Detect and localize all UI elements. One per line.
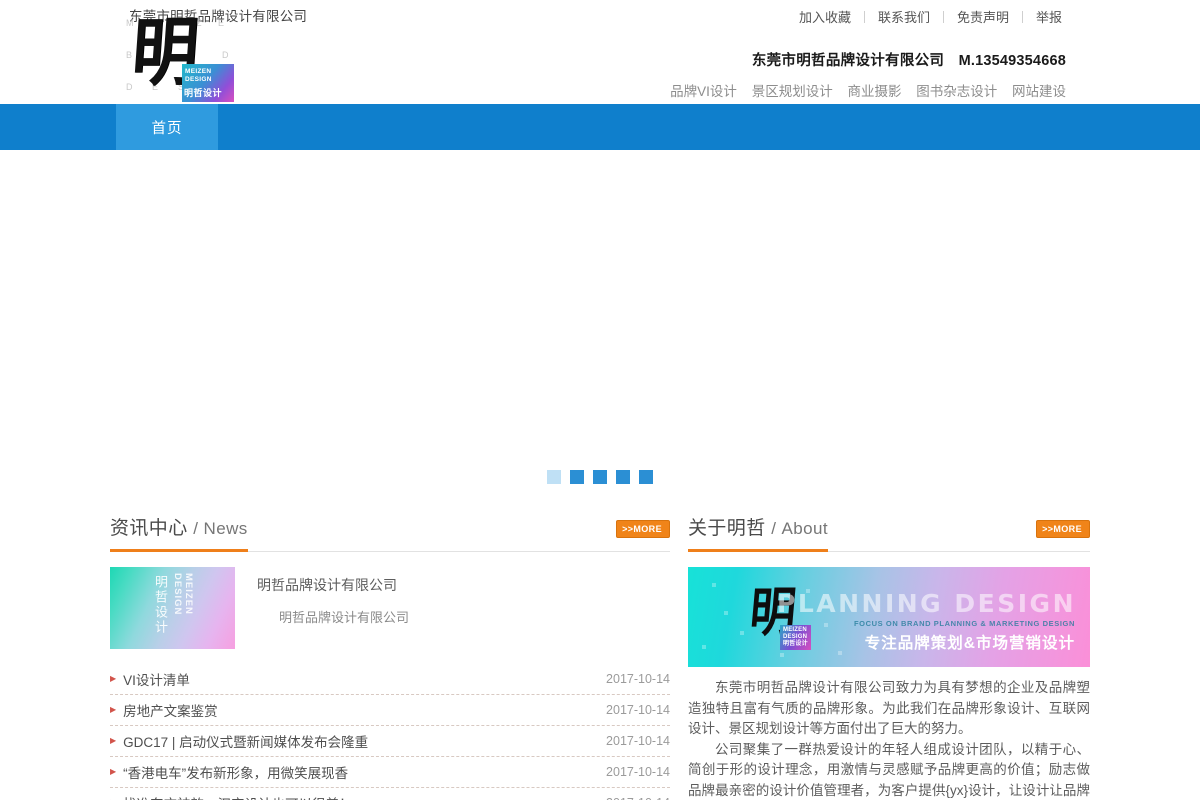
news-list-item[interactable]: ▶ 房地产文案鉴赏 2017-10-14 [110,694,670,725]
news-list-item[interactable]: ▶ “香港电车”发布新形象，用微笑展现香 2017-10-14 [110,756,670,787]
bullet-arrow-icon: ▶ [110,736,117,745]
about-column: 关于明哲 / About >>MORE 明 MEIZEN DESIGN 明哲设计 P… [688,516,1090,800]
about-banner-image[interactable]: 明 MEIZEN DESIGN 明哲设计 PLANNING DESIGN FOCUS… [688,567,1090,667]
carousel-dot-5[interactable] [639,470,653,484]
nav-item-home[interactable]: 首页 [116,104,218,150]
banner-en-subtitle: FOCUS ON BRAND PLANNING & MARKETING DESI… [853,619,1075,628]
navbar-inner: 首页 [0,104,1200,150]
about-section-header: 关于明哲 / About >>MORE [688,516,1090,552]
top-link-disclaimer[interactable]: 免责声明 [957,7,1009,26]
news-list-item[interactable]: ▶ VI设计清单 2017-10-14 [110,663,670,694]
main-content: 资讯中心 / News >>MORE 明哲设计 MEIZEN DESIGN 明哲… [0,500,1200,800]
carousel-dot-3[interactable] [593,470,607,484]
news-section-header: 资讯中心 / News >>MORE [110,516,670,552]
banner-badge: MEIZEN DESIGN 明哲设计 [780,625,811,650]
news-item-left: ▶ “香港电车”发布新形象，用微笑展现香 [110,762,348,782]
bullet-arrow-icon: ▶ [110,705,117,714]
about-description: 东莞市明哲品牌设计有限公司致力为具有梦想的企业及品牌塑造独特且富有气质的品牌形象… [688,678,1090,800]
logo-gradient-badge: MEIZEN DESIGN 明哲设计 [182,64,234,102]
news-featured-title[interactable]: 明哲品牌设计有限公司 [257,574,670,596]
banner-en-title: PLANNING DESIGN [777,589,1076,618]
news-more-button[interactable]: >>MORE [616,520,670,538]
news-item-left: ▶ GDC17 | 启动仪式暨新闻媒体发布会隆重 [110,731,368,751]
service-commercial-photography[interactable]: 商业摄影 [847,84,901,99]
logo-badge-cn: 明哲设计 [184,88,223,98]
news-item-left: ▶ 房地产文案鉴赏 [110,700,218,720]
page-root: 东莞市明哲品牌设计有限公司 M E I Z E B N D D E S N 明 [0,0,1200,800]
service-website-building[interactable]: 网站建设 [1012,84,1066,99]
news-item-date: 2017-10-14 [606,671,670,686]
logo-letter-e2: E [218,18,225,28]
top-link-contact[interactable]: 联系我们 [878,7,930,26]
top-link-separator [1021,10,1023,23]
content-columns: 资讯中心 / News >>MORE 明哲设计 MEIZEN DESIGN 明哲… [110,500,1090,800]
carousel-dot-1[interactable] [547,470,561,484]
about-section-title: 关于明哲 / About [688,516,828,552]
about-more-button[interactable]: >>MORE [1036,520,1090,538]
carousel-dots [0,470,1200,484]
news-list: ▶ VI设计清单 2017-10-14 ▶ 房地产文案鉴赏 2017-10-14 [110,663,670,800]
header-contact-block: 东莞市明哲品牌设计有限公司 M.13549354668 品牌VI设计 景区规划设… [670,49,1066,100]
header-inner: 东莞市明哲品牌设计有限公司 M E I Z E B N D D E S N 明 [0,0,1200,104]
top-link-favorite[interactable]: 加入收藏 [799,7,851,26]
top-link-separator [863,10,865,23]
about-title-en: / About [771,519,828,538]
news-item-left: ▶ VI设计清单 [110,669,190,689]
top-link-separator [942,10,944,23]
news-item-title[interactable]: 房地产文案鉴赏 [123,700,218,720]
logo-badge-en: MEIZEN DESIGN [185,68,212,83]
news-list-item[interactable]: ▶ 找准东方神韵，汉字设计也可以很美！ 2017-10-14 [110,787,670,800]
news-item-left: ▶ 找准东方神韵，汉字设计也可以很美！ [110,793,353,800]
banner-cn-title: 专注品牌策划&市场营销设计 [864,635,1075,652]
news-item-date: 2017-10-14 [606,734,670,748]
carousel-dot-4[interactable] [616,470,630,484]
top-link-report[interactable]: 举报 [1036,7,1062,26]
service-brand-vi[interactable]: 品牌VI设计 [670,84,737,99]
service-book-magazine[interactable]: 图书杂志设计 [916,84,997,99]
news-column: 资讯中心 / News >>MORE 明哲设计 MEIZEN DESIGN 明哲… [110,516,670,800]
carousel-slide-area[interactable] [0,150,1200,500]
main-navbar: 首页 [0,104,1200,150]
header-company-line: 东莞市明哲品牌设计有限公司 M.13549354668 [670,49,1066,70]
site-logo[interactable]: M E I Z E B N D D E S N 明 MEIZENDESIGN 明… [126,8,238,102]
news-item-title[interactable]: 找准东方神韵，汉字设计也可以很美！ [123,793,353,800]
news-item-date: 2017-10-14 [606,765,670,779]
site-header: 东莞市明哲品牌设计有限公司 M E I Z E B N D D E S N 明 [0,0,1200,104]
news-title-cn: 资讯中心 [110,518,188,539]
news-featured-thumbnail[interactable]: 明哲设计 MEIZEN DESIGN [110,567,235,649]
news-featured-item[interactable]: 明哲设计 MEIZEN DESIGN 明哲品牌设计有限公司 明哲品牌设计有限公司 [110,552,670,657]
header-company-name: 东莞市明哲品牌设计有限公司 [751,53,945,69]
news-item-title[interactable]: GDC17 | 启动仪式暨新闻媒体发布会隆重 [123,731,368,751]
about-paragraph-1: 东莞市明哲品牌设计有限公司致力为具有梦想的企业及品牌塑造独特且富有气质的品牌形象… [688,680,1090,736]
bullet-arrow-icon: ▶ [110,767,117,776]
hero-carousel [0,150,1200,500]
header-phone: M.13549354668 [958,53,1066,69]
carousel-dot-2[interactable] [570,470,584,484]
service-scenic-planning[interactable]: 景区规划设计 [752,84,833,99]
news-title-en: / News [193,519,248,538]
news-item-title[interactable]: “香港电车”发布新形象，用微笑展现香 [123,762,348,782]
header-services: 品牌VI设计 景区规划设计 商业摄影 图书杂志设计 网站建设 [670,80,1066,100]
news-featured-desc: 明哲品牌设计有限公司 [279,610,410,625]
thumbnail-en-text: MEIZEN DESIGN [172,573,194,616]
news-section-title: 资讯中心 / News [110,516,248,552]
news-list-item[interactable]: ▶ GDC17 | 启动仪式暨新闻媒体发布会隆重 2017-10-14 [110,725,670,756]
logo-letter-d: D [222,50,229,60]
news-featured-text: 明哲品牌设计有限公司 明哲品牌设计有限公司 [235,567,670,649]
about-title-cn: 关于明哲 [688,518,766,539]
thumbnail-cn-text: 明哲设计 [153,575,168,635]
about-paragraph-2: 公司聚集了一群热爱设计的年轻人组成设计团队，以精于心、简创于形的设计理念，用激情… [688,741,1090,798]
bullet-arrow-icon: ▶ [110,673,117,683]
top-utility-links: 加入收藏 联系我们 免责声明 举报 [799,7,1062,26]
news-item-title[interactable]: VI设计清单 [123,669,190,689]
news-item-date: 2017-10-14 [606,796,670,800]
news-item-date: 2017-10-14 [606,703,670,717]
